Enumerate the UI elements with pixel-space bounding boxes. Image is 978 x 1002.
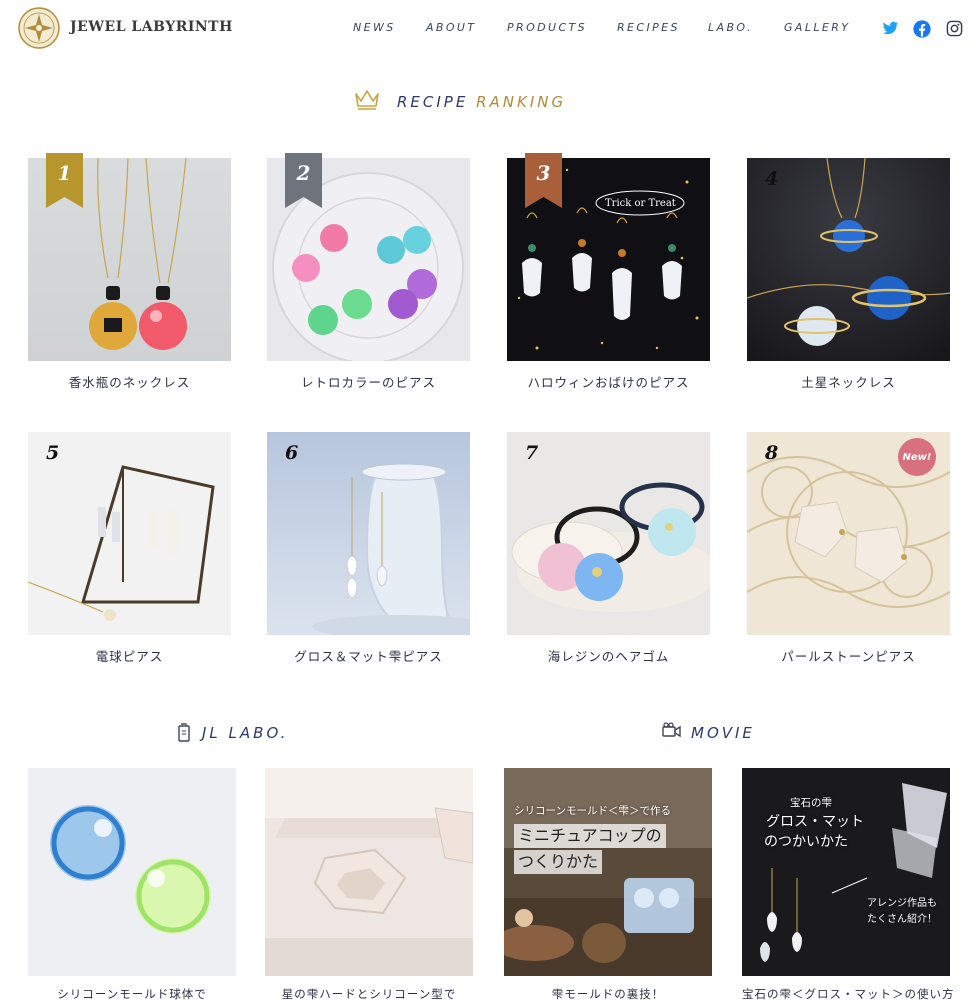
rank-number: 7 [525,442,539,464]
crown-icon [355,90,379,110]
video-headline-1: ミニチュアコップの [514,824,666,848]
video-headline-2: つくりかた [514,850,603,874]
gloss-matte-video-thumbnail[interactable]: 宝石の雫 グロス・マット のつかいかた アレンジ作品も たくさん紹介！ [742,768,950,976]
ranking-title: RECIPE RANKING [397,93,567,111]
recipe-title[interactable]: グロス＆マット雫ピアス [267,646,470,665]
instagram-icon[interactable] [946,20,963,37]
recipe-title[interactable]: 香水瓶のネックレス [28,372,231,391]
recipe-title[interactable]: レトロカラーのピアス [267,372,470,391]
miniature-cup-video-thumbnail[interactable]: シリコーンモールド＜雫＞で作る ミニチュアコップの つくりかた [504,768,712,976]
rank-number: 2 [296,161,311,185]
test-tube-icon [178,723,190,742]
recipe-title[interactable]: ハロウィンおばけのピアス [507,372,710,391]
labo-article-title[interactable]: 星の雫ハードとシリコーン型で [265,986,473,1002]
labo-article-title[interactable]: シリコーンモールド球体で [28,986,236,1002]
silicone-sphere-photo[interactable] [28,768,236,976]
facebook-icon[interactable] [913,20,931,38]
star-drop-silicone-mold-photo[interactable] [265,768,473,976]
new-badge: New! [898,438,936,476]
rank-number: 6 [285,442,299,464]
video-subtitle: シリコーンモールド＜雫＞で作る [514,805,671,817]
site-header: JEWEL LABYRINTH NEWS ABOUT PRODUCTS RECI… [0,0,978,60]
nav-gallery[interactable]: GALLERY [784,21,850,34]
rank-number: 5 [46,442,60,464]
recipe-title[interactable]: 電球ピアス [28,646,231,665]
video-note-2: たくさん紹介！ [867,914,937,925]
rank-number: 1 [57,161,72,185]
rank-number: 4 [765,168,779,190]
nav-about[interactable]: ABOUT [426,21,477,34]
nav-products[interactable]: PRODUCTS [507,21,587,34]
video-subtitle: 宝石の雫 [790,797,832,809]
movie-title-label[interactable]: 宝石の雫＜グロス・マット＞の使い方 [742,986,954,1002]
video-note-1: アレンジ作品も [867,898,937,909]
nav-recipes[interactable]: RECIPES [617,21,680,34]
recipe-title[interactable]: 土星ネックレス [747,372,950,391]
movie-title-label[interactable]: 雫モールドの裏技！ [504,986,712,1002]
twitter-icon[interactable] [882,20,899,37]
trick-or-treat-text: Trick or Treat [605,198,676,209]
recipe-title[interactable]: 海レジンのヘアゴム [507,646,710,665]
labo-title: JL LABO. [202,724,289,742]
movie-title: MOVIE [691,724,755,742]
recipe-title[interactable]: パールストーンピアス [747,646,950,665]
video-camera-icon [662,722,681,738]
video-headline-1: グロス・マット [766,814,864,830]
video-headline-2: のつかいかた [764,834,848,850]
nav-news[interactable]: NEWS [353,21,396,34]
nav-labo[interactable]: LABO. [708,21,753,34]
rank-number: 8 [765,442,779,464]
main-nav: NEWS ABOUT PRODUCTS RECIPES LABO. GALLER… [0,21,978,41]
rank-number: 3 [536,161,551,185]
